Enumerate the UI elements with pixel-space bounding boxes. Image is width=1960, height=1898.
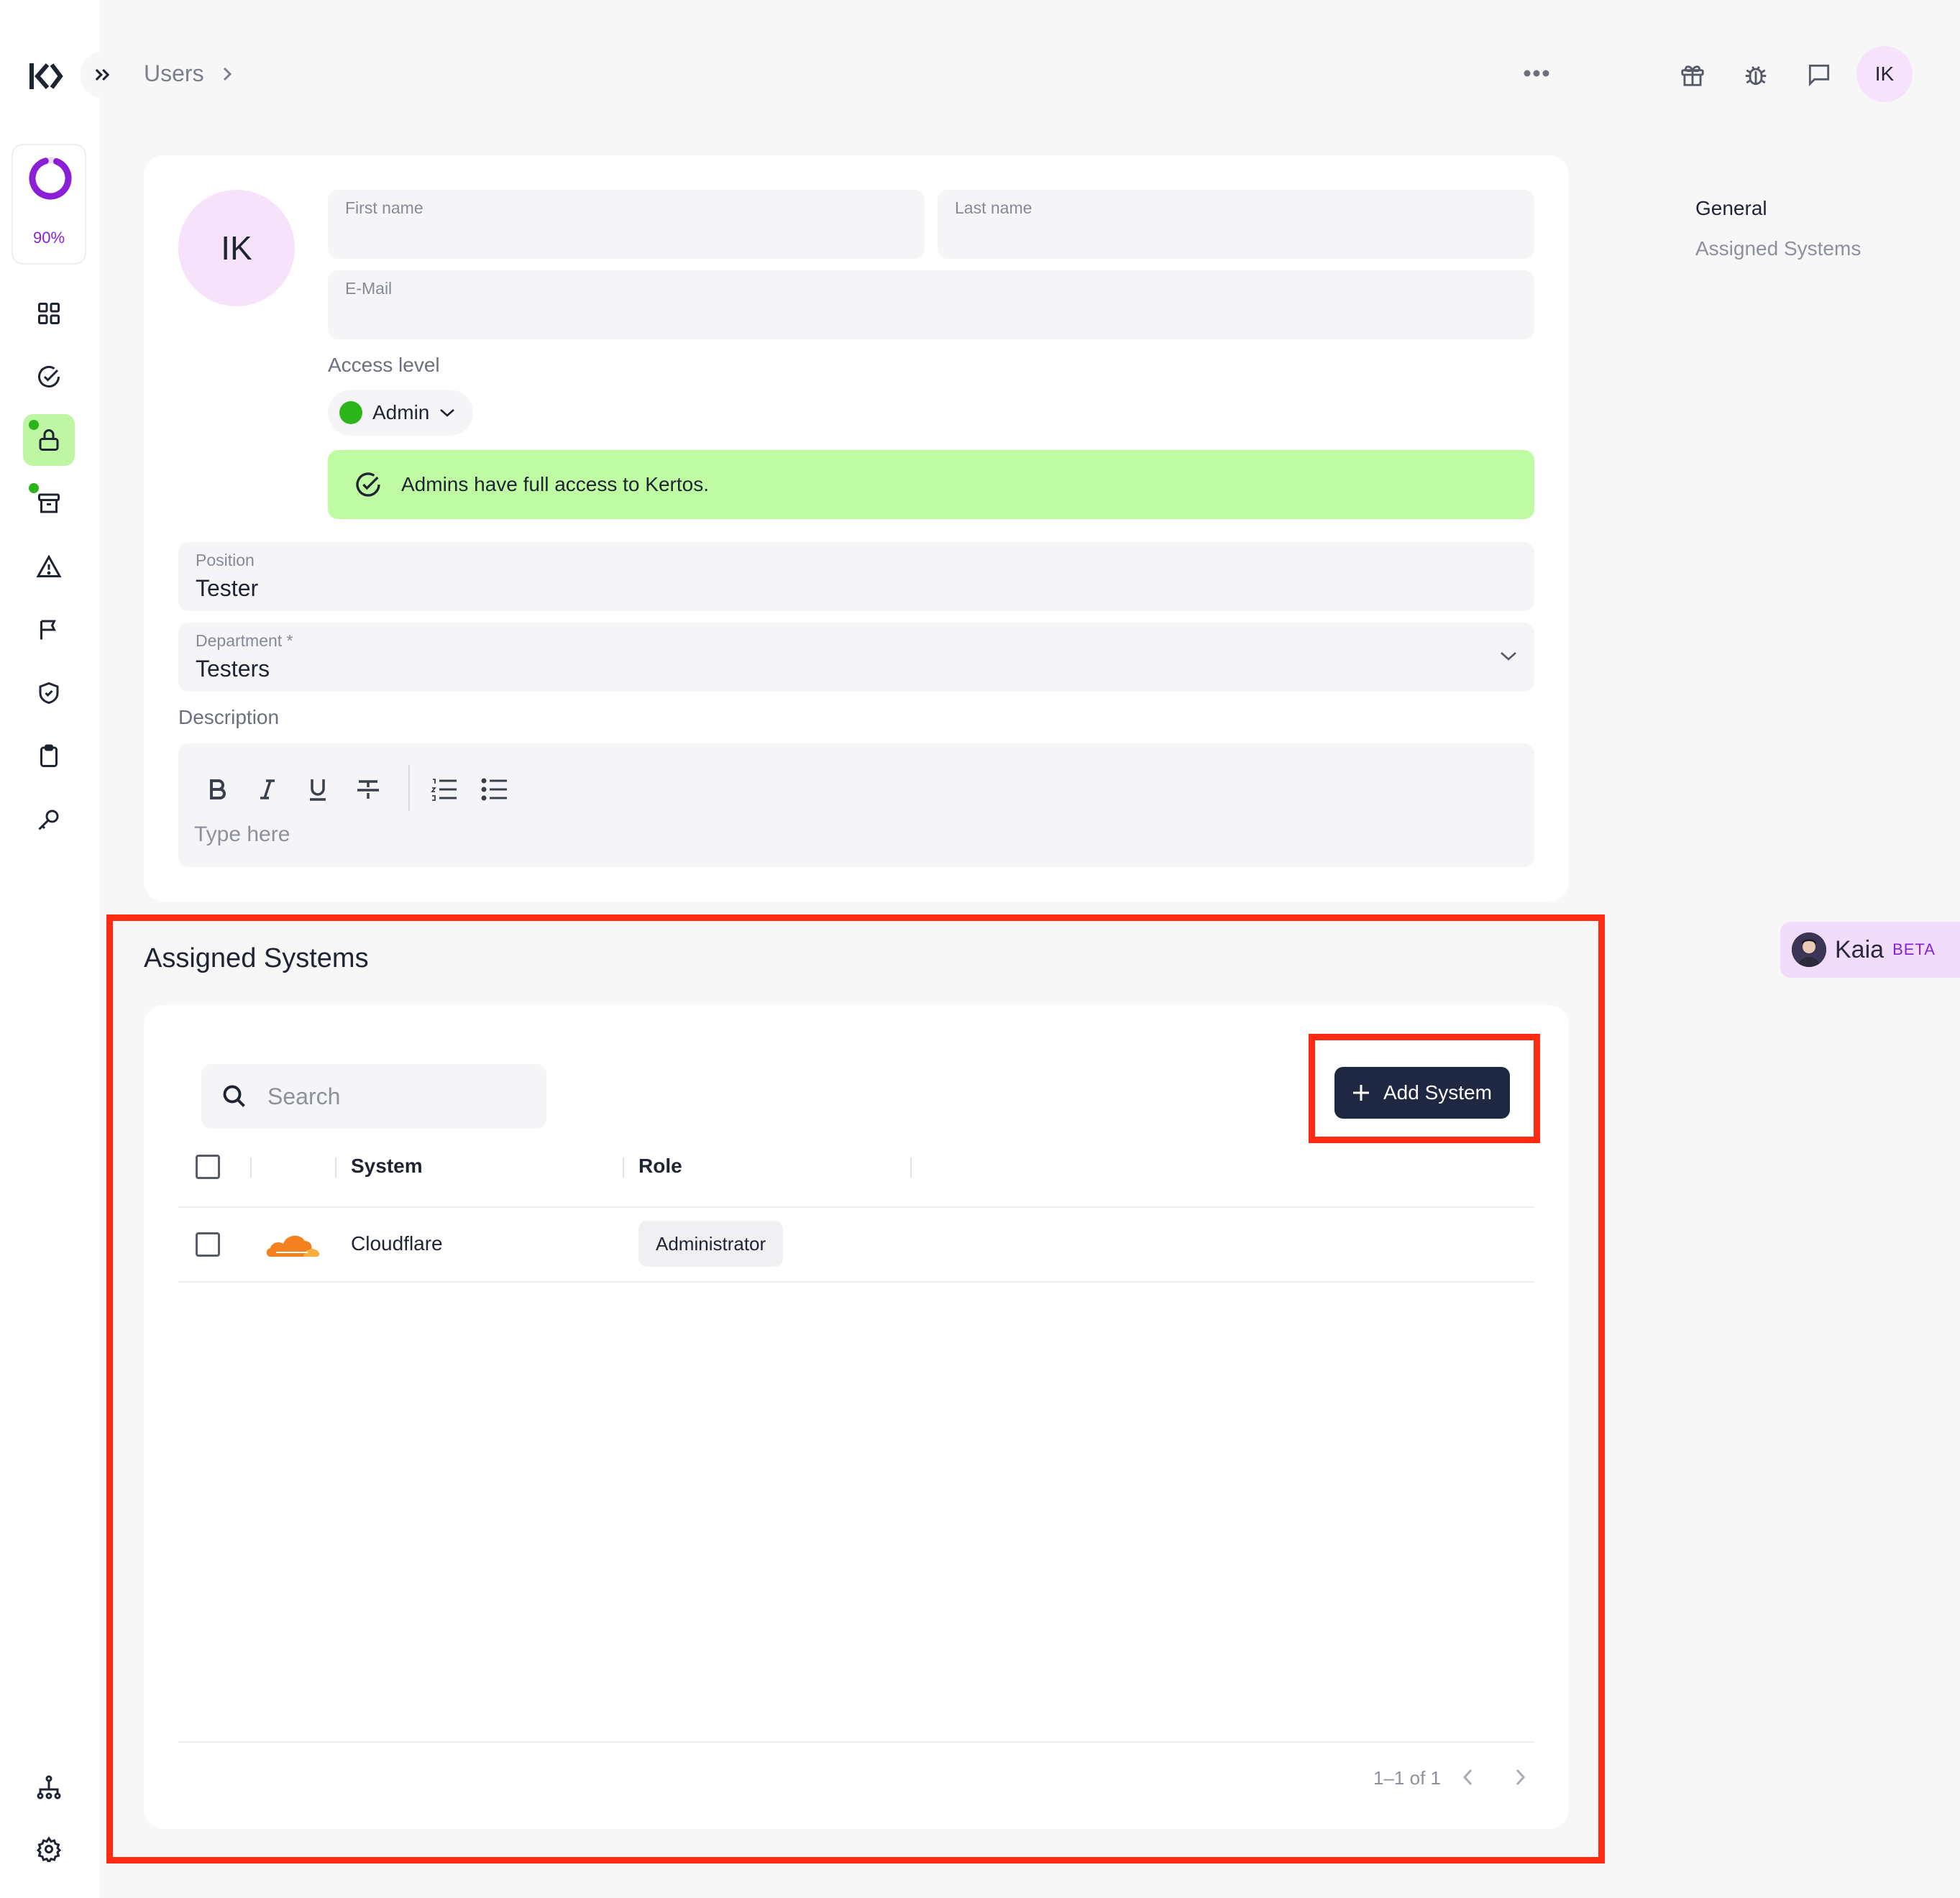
table-divider: [178, 1281, 1534, 1283]
position-label: Position: [196, 551, 255, 569]
underline-icon[interactable]: [301, 772, 335, 807]
org-chart-icon[interactable]: [23, 1761, 75, 1813]
description-editor[interactable]: Type here: [178, 743, 1534, 867]
breadcrumb-users[interactable]: Users: [144, 60, 204, 87]
last-name-label: Last name: [955, 198, 1032, 217]
access-level-label: Access level: [328, 354, 440, 376]
gift-icon[interactable]: [1675, 58, 1710, 92]
status-dot: [29, 420, 39, 430]
email-field[interactable]: E-Mail: [328, 270, 1534, 339]
table-footer-divider: [178, 1741, 1534, 1743]
tasks-check-icon[interactable]: [23, 351, 75, 403]
more-options-icon[interactable]: [1523, 69, 1550, 78]
add-system-button[interactable]: Add System: [1334, 1067, 1510, 1119]
access-banner-text: Admins have full access to Kertos.: [401, 473, 709, 495]
section-nav-assigned-systems[interactable]: Assigned Systems: [1695, 237, 1861, 260]
email-label: E-Mail: [345, 279, 393, 298]
add-system-label: Add System: [1383, 1081, 1492, 1104]
chevron-down-icon: [440, 409, 455, 417]
bold-icon[interactable]: [200, 772, 234, 807]
search-icon: [223, 1085, 245, 1107]
column-header-system[interactable]: System: [351, 1155, 423, 1178]
first-name-field[interactable]: First name: [328, 190, 925, 259]
toolbar-divider: [408, 765, 410, 811]
section-nav: General Assigned Systems: [1695, 197, 1861, 278]
column-separator: [910, 1157, 912, 1178]
kaia-name: Kaia: [1835, 935, 1885, 963]
position-value: Tester: [196, 575, 259, 601]
chevron-right-icon: [220, 65, 234, 83]
progress-percent: 90%: [32, 229, 65, 247]
access-status-dot: [339, 401, 362, 424]
italic-icon[interactable]: [250, 772, 285, 807]
department-select[interactable]: Department * Testers: [178, 623, 1534, 692]
plus-icon: [1353, 1085, 1369, 1101]
sidebar: 90%: [0, 0, 99, 1898]
bug-icon[interactable]: [1739, 58, 1773, 92]
table-divider: [178, 1206, 1534, 1208]
chat-icon[interactable]: [1802, 58, 1836, 92]
assigned-systems-card: Add System System Role Cloudflare Admini…: [144, 1005, 1569, 1829]
expand-sidebar-button[interactable]: [81, 52, 124, 98]
assigned-systems-title: Assigned Systems: [144, 943, 369, 973]
strikethrough-icon[interactable]: [351, 772, 385, 807]
key-icon[interactable]: [23, 794, 75, 845]
kaia-avatar: [1792, 932, 1826, 967]
access-level-select[interactable]: Admin: [328, 390, 473, 436]
first-name-label: First name: [345, 198, 423, 217]
warning-icon[interactable]: [23, 541, 75, 592]
row-checkbox[interactable]: [196, 1232, 220, 1257]
description-placeholder: Type here: [194, 822, 290, 846]
numbered-list-icon[interactable]: [427, 772, 462, 807]
column-separator: [623, 1157, 624, 1178]
search-input[interactable]: [267, 1083, 526, 1110]
access-level-value: Admin: [372, 401, 430, 423]
select-all-checkbox[interactable]: [196, 1155, 220, 1179]
department-value: Testers: [196, 656, 270, 682]
compliance-progress-card[interactable]: 90%: [12, 144, 86, 265]
column-separator: [250, 1157, 252, 1178]
user-avatar[interactable]: IK: [1856, 46, 1913, 102]
breadcrumb: Users: [144, 60, 234, 87]
role-badge: Administrator: [638, 1221, 784, 1267]
department-label: Department *: [196, 631, 293, 650]
system-name[interactable]: Cloudflare: [351, 1232, 443, 1255]
position-field[interactable]: Position Tester: [178, 542, 1534, 611]
search-box[interactable]: [201, 1064, 546, 1129]
last-name-field[interactable]: Last name: [938, 190, 1534, 259]
pagination-info: 1–1 of 1: [1373, 1767, 1441, 1789]
profile-avatar[interactable]: IK: [178, 190, 295, 306]
flag-icon[interactable]: [23, 604, 75, 656]
column-separator: [335, 1157, 336, 1178]
status-dot: [29, 483, 39, 493]
progress-ring: [27, 155, 73, 201]
clipboard-icon[interactable]: [23, 730, 75, 782]
previous-page-icon[interactable]: [1455, 1764, 1481, 1790]
dashboard-icon[interactable]: [23, 288, 75, 339]
shield-check-icon[interactable]: [23, 667, 75, 719]
section-nav-general[interactable]: General: [1695, 197, 1861, 220]
kertos-logo[interactable]: [29, 62, 63, 91]
next-page-icon[interactable]: [1507, 1764, 1533, 1790]
bullet-list-icon[interactable]: [477, 772, 512, 807]
settings-gear-icon[interactable]: [23, 1823, 75, 1875]
check-circle-icon: [356, 472, 380, 497]
access-info-banner: Admins have full access to Kertos.: [328, 450, 1534, 519]
beta-badge: BETA: [1892, 940, 1936, 958]
kaia-assistant-button[interactable]: Kaia BETA: [1780, 922, 1960, 978]
chevron-down-icon: [1501, 652, 1516, 661]
general-card: IK First name Last name E-Mail Access le…: [144, 155, 1569, 902]
cloudflare-logo-icon: [263, 1228, 321, 1258]
column-header-role[interactable]: Role: [638, 1155, 682, 1178]
description-label: Description: [178, 706, 280, 728]
